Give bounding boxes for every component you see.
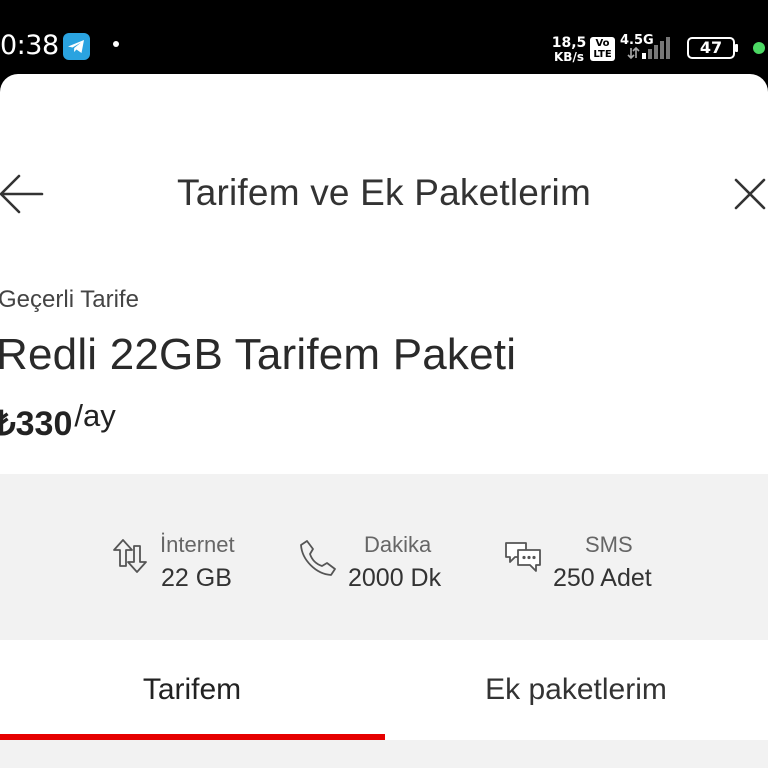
close-icon — [734, 178, 766, 210]
page-title: Tarifem ve Ek Paketlerim — [177, 172, 591, 213]
tariff-price: ₺330/ay — [0, 398, 116, 444]
notification-dot-icon — [113, 41, 119, 47]
signal-icon — [626, 36, 676, 60]
network-speed-value: 18,5 — [551, 35, 587, 51]
chat-bubbles-icon — [503, 538, 543, 578]
volte-top: Vo — [595, 38, 610, 49]
feature-minutes: Dakika 2000 Dk — [298, 532, 468, 602]
phone-icon — [298, 538, 338, 578]
telegram-icon — [63, 33, 90, 60]
status-bar: 0:38 18,5 KB/s Vo LTE 4.5G 47 — [0, 0, 768, 76]
data-transfer-icon — [110, 536, 150, 576]
feature-internet-value: 22 GB — [161, 564, 232, 592]
feature-internet-label: İnternet — [160, 532, 235, 557]
price-amount: ₺330 — [0, 405, 73, 443]
tab-bar: Tarifem Ek paketlerim — [0, 640, 768, 740]
tab-ek-paketlerim[interactable]: Ek paketlerim — [384, 640, 768, 740]
feature-minutes-label: Dakika — [364, 532, 432, 557]
feature-internet: İnternet 22 GB — [110, 532, 270, 602]
tab-content-area — [0, 740, 768, 768]
battery-level: 47 — [699, 38, 723, 57]
current-tariff-caption: Geçerli Tarife — [0, 286, 139, 313]
privacy-indicator-dot — [753, 42, 765, 54]
volte-bottom: LTE — [593, 49, 612, 60]
close-button[interactable] — [730, 174, 768, 212]
feature-minutes-value: 2000 Dk — [348, 564, 442, 592]
tariff-name: Redli 22GB Tarifem Paketi — [0, 330, 517, 379]
network-speed: 18,5 KB/s — [551, 36, 587, 64]
status-time: 0:38 — [0, 30, 59, 61]
tab-tarifem[interactable]: Tarifem — [0, 640, 384, 740]
volte-icon: Vo LTE — [590, 37, 615, 61]
feature-sms-value: 250 Adet — [553, 564, 652, 592]
sheet-header: Tarifem ve Ek Paketlerim — [0, 74, 768, 314]
tariff-sheet: Tarifem ve Ek Paketlerim Geçerli Tarife … — [0, 74, 768, 768]
price-period: /ay — [74, 398, 116, 433]
network-speed-unit: KB/s — [554, 50, 584, 64]
feature-sms: SMS 250 Adet — [503, 532, 673, 602]
feature-sms-label: SMS — [585, 532, 633, 557]
package-features: İnternet 22 GB Dakika 2000 Dk SMS 250 Ad… — [0, 474, 768, 640]
